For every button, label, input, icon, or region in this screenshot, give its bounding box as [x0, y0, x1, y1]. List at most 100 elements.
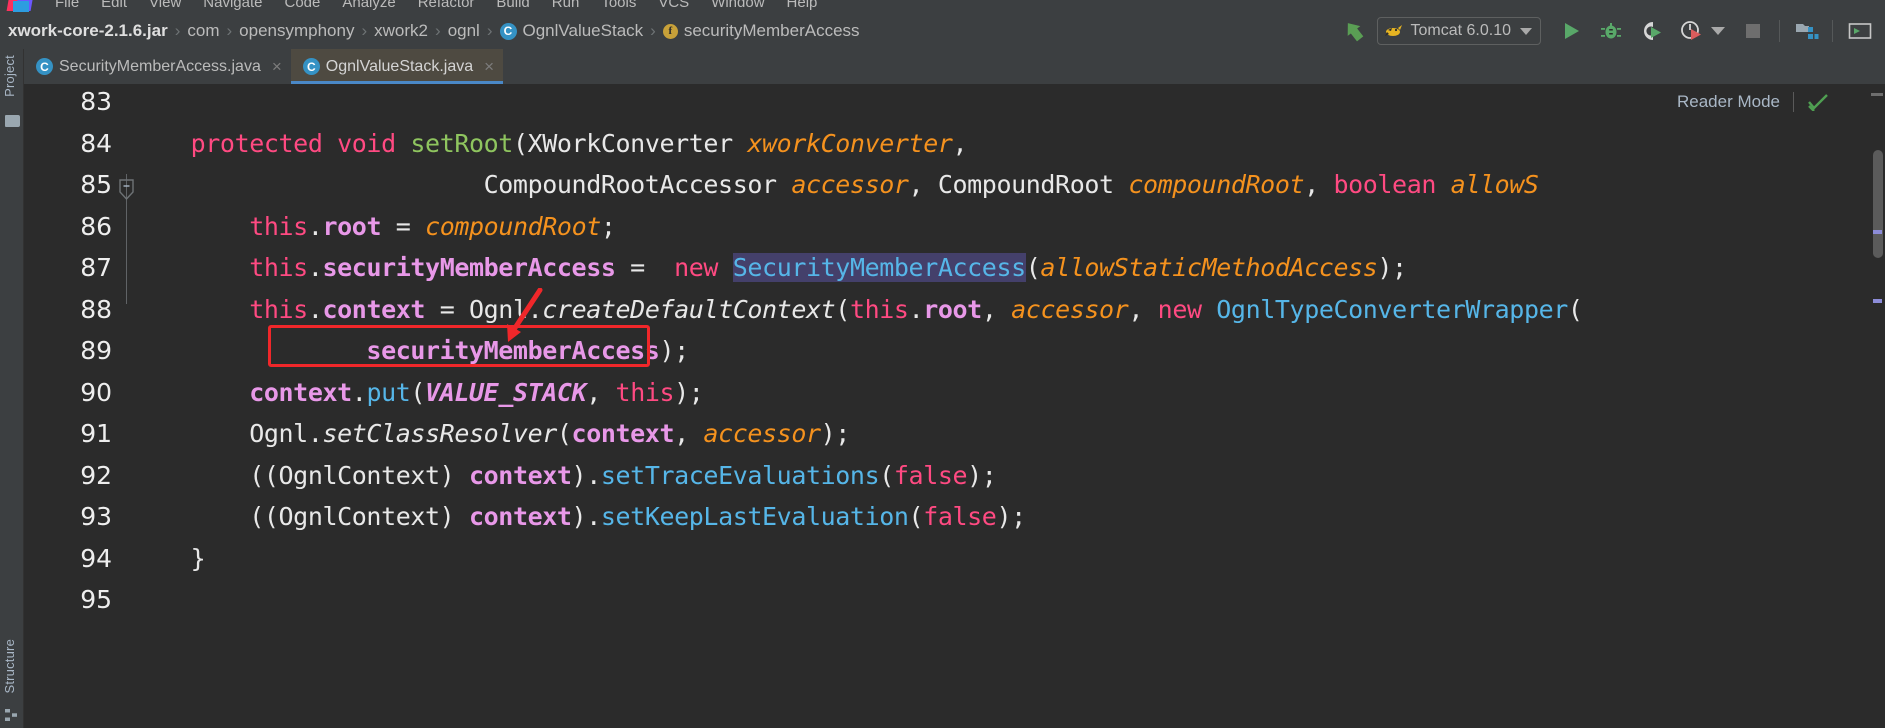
breadcrumb-item-jar[interactable]: xwork-core-2.1.6.jar — [8, 21, 168, 41]
gutter-line-number: 83 — [80, 87, 112, 116]
code-token: allowS — [1450, 170, 1539, 199]
scrollbar-thumb[interactable] — [1873, 150, 1883, 258]
code-line[interactable]: securityMemberAccess); — [132, 336, 689, 365]
close-icon[interactable]: × — [272, 58, 282, 75]
code-content[interactable]: protected void setRoot(XWorkConverter xw… — [132, 84, 1885, 728]
menu-item-code[interactable]: Code — [273, 0, 331, 13]
sidebar-item-project[interactable]: Project — [2, 55, 22, 97]
code-line[interactable]: ((OgnlContext) context).setTraceEvaluati… — [132, 460, 997, 490]
error-stripe-mark[interactable] — [1873, 230, 1882, 234]
code-line[interactable]: Ognl.setClassResolver(context, accessor)… — [132, 419, 850, 448]
breadcrumb-separator: › — [174, 21, 181, 40]
menu-item-edit[interactable]: Edit — [90, 0, 138, 13]
code-token: = Ognl. — [425, 294, 543, 324]
java-class-icon: C — [302, 58, 320, 75]
run-configuration-selector[interactable]: Tomcat 6.0.10 — [1376, 17, 1541, 45]
code-token: protected void — [190, 128, 411, 158]
menu-item-tools[interactable]: Tools — [590, 0, 647, 13]
editor-gutter[interactable]: 83 84 85 86 87 88 89 90 91 92 93 94 95 — [24, 84, 132, 728]
breadcrumb-label: xwork-core-2.1.6.jar — [8, 21, 168, 40]
code-line[interactable]: this.context = Ognl.createDefaultContext… — [132, 295, 1583, 324]
debug-button[interactable] — [1600, 20, 1622, 42]
code-token: securityMemberAccess — [322, 253, 616, 282]
breadcrumb-item-ognl[interactable]: ognl — [448, 21, 480, 41]
project-folder-icon[interactable] — [5, 115, 20, 127]
breadcrumb-item-xwork2[interactable]: xwork2 — [374, 21, 428, 41]
stop-button[interactable] — [1742, 20, 1764, 42]
gutter-line-number: 92 — [80, 460, 112, 490]
code-line[interactable]: ((OgnlContext) context).setKeepLastEvalu… — [132, 502, 1026, 531]
inspection-indicator — [1871, 93, 1883, 96]
check-icon[interactable] — [1807, 93, 1829, 112]
navigation-bar: xwork-core-2.1.6.jar › com › opensymphon… — [0, 13, 1885, 49]
error-stripe-mark[interactable] — [1873, 299, 1882, 303]
profile-button[interactable] — [1680, 20, 1702, 42]
code-line[interactable]: context.put(VALUE_STACK, this); — [132, 377, 704, 407]
run-with-coverage-button[interactable] — [1640, 20, 1662, 42]
tab-securitymemberaccess-java[interactable]: C SecurityMemberAccess.java × — [24, 49, 291, 84]
structure-icon[interactable] — [5, 706, 19, 721]
breadcrumb-item-ognlvaluestack[interactable]: C OgnlValueStack — [499, 21, 643, 41]
reader-mode-label: Reader Mode — [1676, 92, 1780, 111]
code-line[interactable]: protected void setRoot(XWorkConverter xw… — [132, 128, 968, 158]
menu-item-navigate[interactable]: Navigate — [192, 0, 273, 13]
code-token: . — [908, 294, 924, 324]
code-line[interactable]: CompoundRootAccessor accessor, CompoundR… — [132, 170, 1539, 199]
breadcrumb-item-securitymemberaccess[interactable]: f securityMemberAccess — [662, 21, 860, 41]
code-token: accessor — [703, 419, 821, 448]
code-editor[interactable]: 83 84 85 86 87 88 89 90 91 92 93 94 95 protected voi… — [24, 84, 1885, 728]
project-structure-button[interactable] — [1795, 20, 1819, 42]
code-line[interactable]: this.root = compoundRoot; — [132, 212, 616, 241]
code-token: ). — [571, 502, 602, 531]
code-token: this — [249, 211, 308, 241]
menu-item-file[interactable]: File — [44, 0, 90, 13]
code-line[interactable]: this.securityMemberAccess = new Security… — [132, 253, 1407, 282]
hammer-icon[interactable] — [1337, 14, 1371, 48]
breadcrumb-separator: › — [361, 21, 368, 40]
chevron-down-icon[interactable] — [1711, 27, 1725, 35]
code-token: ); — [996, 502, 1026, 531]
code-token: ( — [410, 377, 426, 407]
terminal-button[interactable] — [1848, 20, 1872, 42]
intellij-idea-logo-icon — [6, 0, 34, 13]
code-token: ); — [674, 377, 704, 407]
sidebar-item-structure[interactable]: Structure — [2, 639, 22, 694]
code-token: compoundRoot — [425, 211, 601, 241]
chevron-down-icon[interactable] — [1520, 27, 1532, 35]
breadcrumb-label: opensymphony — [239, 21, 355, 40]
code-token: , — [586, 377, 616, 407]
code-token: SecurityMemberAccess — [732, 253, 1026, 282]
code-token: accessor — [791, 170, 909, 199]
code-token: setKeepLastEvaluation — [600, 502, 909, 531]
code-token: context — [468, 460, 572, 490]
gutter-line-number: 88 — [80, 294, 112, 324]
breadcrumb-label: ognl — [447, 21, 480, 40]
gutter-line-number: 94 — [80, 543, 112, 573]
breadcrumb-item-opensymphony[interactable]: opensymphony — [239, 21, 354, 41]
editor-scrollbar[interactable] — [1869, 84, 1885, 728]
menu-item-build[interactable]: Build — [485, 0, 540, 13]
code-token: allowStaticMethodAccess — [1040, 253, 1378, 282]
menu-item-refactor[interactable]: Refactor — [407, 0, 486, 13]
menu-item-help[interactable]: Help — [776, 0, 829, 13]
code-token: setRoot — [410, 128, 513, 158]
code-line[interactable]: } — [132, 544, 206, 573]
gutter-line-number: 87 — [80, 253, 112, 282]
gutter-line-number: 95 — [80, 585, 112, 614]
menu-item-vcs[interactable]: VCS — [647, 0, 700, 13]
menu-item-window[interactable]: Window — [700, 0, 775, 13]
tab-ognlvaluestack-java[interactable]: C OgnlValueStack.java × — [290, 49, 504, 84]
code-token: new — [1157, 294, 1217, 324]
menu-item-run[interactable]: Run — [541, 0, 591, 13]
gutter-line-number: 93 — [80, 502, 112, 531]
run-button[interactable] — [1560, 20, 1582, 42]
menu-item-analyze[interactable]: Analyze — [331, 0, 406, 13]
breadcrumb-item-com[interactable]: com — [187, 21, 219, 41]
reader-mode-widget[interactable]: Reader Mode — [1677, 92, 1829, 112]
close-icon[interactable]: × — [484, 58, 494, 75]
menu-item-view[interactable]: View — [138, 0, 192, 13]
code-token: root — [322, 211, 382, 241]
code-token: , — [1128, 294, 1158, 324]
code-token: ). — [571, 460, 602, 490]
code-token: ((OgnlContext) — [132, 502, 469, 531]
